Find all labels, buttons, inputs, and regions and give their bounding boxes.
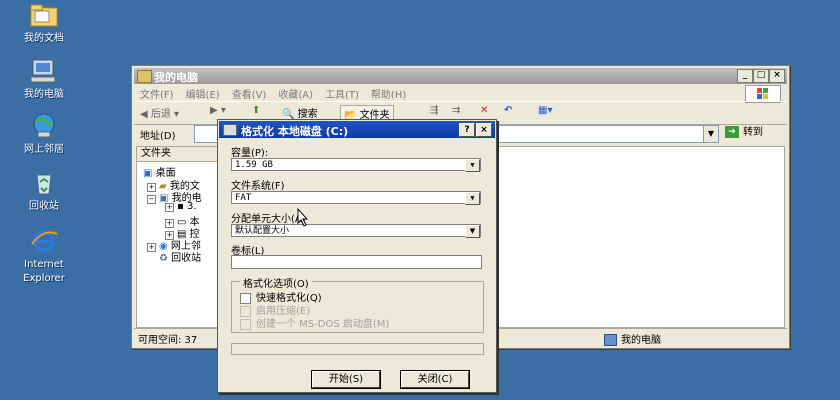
views-icon[interactable]: ▦▾ [538, 105, 552, 121]
go-arrow-icon: ➔ [725, 126, 739, 138]
status-free-space: 可用空间: 37 [138, 335, 198, 346]
explorer-title-bar[interactable]: 我的电脑 _ □ × [134, 68, 787, 84]
folder-icon [137, 70, 152, 83]
chevron-down-icon[interactable]: ▼ [703, 126, 718, 142]
go-button[interactable]: ➔ 转到 [725, 125, 781, 141]
desktop-icon-recycle-bin[interactable]: 回收站 [8, 170, 80, 213]
address-label: 地址(D) [140, 131, 176, 142]
close-dialog-button[interactable]: 关闭(C) [400, 370, 470, 389]
tree-item-recycle-bin[interactable]: ♻ 回收站 [159, 249, 201, 264]
msdos-startup-label: 创建一个 MS-DOS 启动盘(M) [256, 319, 390, 330]
computer-icon [604, 334, 617, 346]
format-dialog: 格式化 本地磁盘 (C:) ? × 容量(P): 1.59 GB ▼ 文件系统(F… [217, 119, 497, 393]
explorer-title: 我的电脑 [154, 71, 198, 84]
network-icon [33, 113, 55, 138]
desktop-icon-my-documents[interactable]: 我的文档 [8, 2, 80, 45]
recycle-bin-icon: ♻ [159, 253, 172, 264]
capacity-value: 1.59 GB [235, 160, 273, 170]
dialog-title-bar[interactable]: 格式化 本地磁盘 (C:) ? × [219, 121, 495, 138]
recycle-bin-icon [36, 174, 52, 195]
desktop-icon-label: 我的电脑 [24, 89, 64, 100]
menu-bar: 文件(F) 编辑(E) 查看(V) 收藏(A) 工具(T) 帮助(H) [134, 84, 787, 101]
filesystem-value: FAT [235, 193, 252, 203]
desktop-icon-label: Internet Explorer [23, 259, 65, 284]
folder-pane-header: 文件夹 [137, 147, 225, 162]
internet-explorer-icon [31, 230, 58, 252]
dialog-close-button[interactable]: × [476, 123, 492, 137]
desktop-icon-internet-explorer[interactable]: Internet Explorer [8, 228, 80, 285]
desktop-icon-label: 网上邻居 [24, 144, 64, 155]
format-options-group: 格式化选项(O) 快速格式化(Q) 启用压缩(E) 创建一个 MS-DOS 启动… [231, 275, 484, 333]
tree-item-floppy[interactable]: + ▪ 3. [165, 201, 197, 212]
filesystem-select[interactable]: FAT ▼ [231, 191, 481, 205]
folder-icon [30, 4, 58, 27]
msdos-startup-checkbox: 创建一个 MS-DOS 启动盘(M) [240, 315, 389, 330]
help-button[interactable]: ? [459, 123, 475, 137]
allocation-value: 默认配置大小 [235, 226, 290, 236]
close-label: 关闭(C) [417, 374, 453, 385]
desktop-icon-my-computer[interactable]: 我的电脑 [8, 58, 80, 101]
capacity-select[interactable]: 1.59 GB ▼ [231, 158, 481, 172]
undo-icon[interactable]: ↶ [504, 105, 512, 121]
start-button[interactable]: 开始(S) [311, 370, 381, 389]
chevron-down-icon[interactable]: ▼ [465, 192, 480, 205]
filesystem-label: 文件系统(F) [231, 181, 285, 192]
computer-icon [30, 59, 56, 83]
capacity-label: 容量(P): [231, 148, 269, 159]
checkbox-icon [240, 318, 251, 330]
allocation-select[interactable]: 默认配置大小 ▼ [231, 224, 481, 238]
format-progress-bar [231, 343, 484, 355]
desktop-icon-label: 我的文档 [24, 33, 64, 44]
desktop-icon-network[interactable]: 网上邻居 [8, 113, 80, 156]
minimize-button[interactable]: _ [737, 69, 753, 83]
floppy-icon: ▪ [177, 201, 187, 212]
tree-label: 回收站 [171, 253, 202, 264]
mouse-cursor-icon [297, 207, 309, 227]
dialog-title: 格式化 本地磁盘 (C:) [241, 125, 349, 138]
status-location-label: 我的电脑 [621, 335, 661, 346]
close-button[interactable]: × [769, 69, 785, 83]
format-options-label: 格式化选项(O) [240, 275, 312, 290]
chevron-down-icon[interactable]: ▼ [465, 159, 480, 172]
tree-label: 3. [186, 201, 197, 212]
desktop-icon-label: 回收站 [29, 201, 59, 212]
chevron-down-icon[interactable]: ▼ [465, 225, 480, 238]
expand-icon[interactable]: + [165, 203, 174, 212]
back-button[interactable]: ◀ 后退 ▾ [140, 105, 179, 121]
collapse-icon[interactable]: − [147, 195, 156, 204]
volume-input[interactable] [231, 255, 482, 269]
go-label: 转到 [743, 127, 763, 138]
folder-tree-pane: 文件夹 ▣ 桌面 + ▰ 我的文 − ▣ 我的电 + ▪ 3. + ▭ 本 + ▤ 控 +… [136, 146, 226, 328]
expand-icon[interactable]: + [147, 243, 156, 252]
back-label: 后退 [150, 109, 171, 120]
allocation-label: 分配单元大小(A) [231, 214, 306, 225]
status-location: 我的电脑 [604, 331, 661, 346]
maximize-button[interactable]: □ [753, 69, 769, 83]
drive-icon [223, 124, 237, 136]
start-label: 开始(S) [328, 374, 364, 385]
